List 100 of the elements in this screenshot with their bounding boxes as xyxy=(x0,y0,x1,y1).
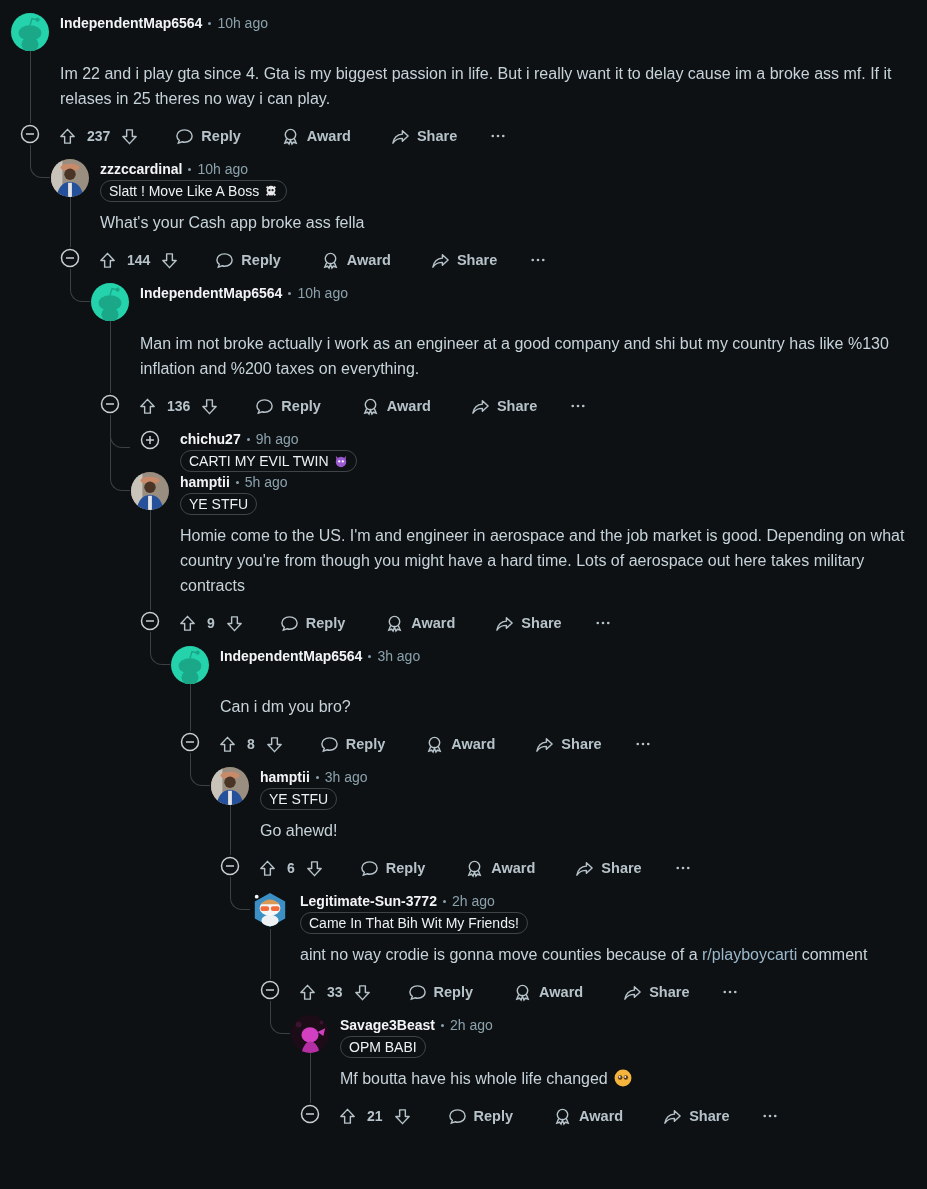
collapse-button[interactable] xyxy=(19,123,41,145)
award-button[interactable]: Award xyxy=(415,730,506,758)
timestamp: 2h ago xyxy=(451,893,495,909)
username[interactable]: IndependentMap6564 xyxy=(220,648,363,664)
timestamp: 10h ago xyxy=(197,161,249,177)
comment-text: aint no way crodie is gonna move counties because of a r/playboycarti comment xyxy=(300,945,868,965)
collapse-button[interactable] xyxy=(219,855,241,877)
collapse-button[interactable] xyxy=(179,731,201,753)
timestamp: 3h ago xyxy=(377,648,421,664)
bullet-icon xyxy=(208,21,212,25)
vote-count: 33 xyxy=(327,984,343,1000)
vote-count: 21 xyxy=(367,1108,383,1124)
more-icon xyxy=(595,621,610,625)
vote-count: 6 xyxy=(287,860,295,876)
award-button[interactable]: Award xyxy=(455,854,546,882)
bullet-icon xyxy=(368,654,372,658)
comment-icon xyxy=(279,613,299,633)
award-button[interactable]: Award xyxy=(375,609,466,637)
upvote-icon xyxy=(98,250,117,270)
flair-text: Came In That Bih Wit My Friends! xyxy=(309,914,519,932)
downvote-icon xyxy=(264,734,284,754)
share-button[interactable]: Share xyxy=(613,978,700,1006)
subreddit-link[interactable]: r/playboycarti xyxy=(702,946,798,963)
downvote-icon xyxy=(120,126,140,146)
share-button[interactable]: Share xyxy=(525,730,612,758)
downvote-icon xyxy=(352,982,372,1002)
upvote-icon xyxy=(258,858,277,878)
timestamp: 2h ago xyxy=(449,1017,493,1033)
upvote-icon xyxy=(298,982,317,1002)
comment-icon xyxy=(359,858,379,878)
more-icon xyxy=(763,1114,778,1118)
username[interactable]: Legitimate-Sun-3772 xyxy=(300,893,437,909)
flair-text: OPM BABI xyxy=(349,1038,417,1056)
collapse-button[interactable] xyxy=(259,979,281,1001)
flair-text: YE STFU xyxy=(269,790,329,808)
flair-text: CARTI MY EVIL TWIN xyxy=(189,452,329,470)
bullet-icon xyxy=(315,775,319,779)
comment-text: What's your Cash app broke ass fella xyxy=(100,213,365,233)
username[interactable]: hamptii xyxy=(260,769,310,785)
reply-button[interactable]: Reply xyxy=(309,730,396,758)
comment-text: Man im not broke actually i work as an engineer at a good company and shi but my country has like %130 inflation and %200 taxes on everything. xyxy=(140,334,890,379)
share-button[interactable]: Share xyxy=(420,246,508,274)
upvote-icon xyxy=(138,396,157,416)
award-button[interactable]: Award xyxy=(543,1102,634,1130)
reply-button[interactable]: Reply xyxy=(349,854,436,882)
comment-icon xyxy=(215,250,235,270)
collapse-button[interactable] xyxy=(299,1103,321,1125)
more-icon xyxy=(675,866,690,870)
upvote-icon xyxy=(338,1106,357,1126)
downvote-icon xyxy=(200,396,220,416)
username[interactable]: zzzccardinal xyxy=(100,161,183,177)
share-button[interactable]: Share xyxy=(565,854,652,882)
timestamp: 10h ago xyxy=(297,285,348,301)
expand-button[interactable] xyxy=(139,429,161,451)
collapse-button[interactable] xyxy=(59,247,81,269)
reply-button[interactable]: Reply xyxy=(437,1102,524,1130)
snoo-avatar-icon xyxy=(171,646,209,684)
comment-icon xyxy=(255,396,275,416)
timestamp: 10h ago xyxy=(217,15,268,31)
collapse-button[interactable] xyxy=(99,393,121,415)
reply-button[interactable]: Reply xyxy=(269,609,356,637)
username[interactable]: IndependentMap6564 xyxy=(140,285,283,301)
comment-text: Can i dm you bro? xyxy=(220,697,351,717)
snoo-avatar-icon xyxy=(11,13,49,51)
username[interactable]: Savage3Beast xyxy=(340,1017,435,1033)
devil-face-icon xyxy=(333,454,348,468)
upvote-icon xyxy=(178,613,197,633)
vote-count: 144 xyxy=(127,252,151,268)
comment-icon xyxy=(407,982,427,1002)
timestamp: 5h ago xyxy=(244,474,288,490)
award-button[interactable]: Award xyxy=(350,392,441,420)
snoo-avatar-icon xyxy=(91,283,129,321)
vote-count: 136 xyxy=(167,398,191,414)
pleading-face-icon xyxy=(614,1069,633,1087)
downvote-icon xyxy=(392,1106,412,1126)
reply-button[interactable]: Reply xyxy=(245,392,331,420)
username[interactable]: IndependentMap6564 xyxy=(60,15,203,31)
award-button[interactable]: Award xyxy=(270,122,361,150)
more-icon xyxy=(571,404,586,408)
upvote-icon xyxy=(218,734,237,754)
downvote-icon xyxy=(224,613,244,633)
vote-count: 8 xyxy=(247,736,255,752)
share-button[interactable]: Share xyxy=(653,1102,740,1130)
share-button[interactable]: Share xyxy=(460,392,548,420)
award-button[interactable]: Award xyxy=(310,246,401,274)
timestamp: 9h ago xyxy=(255,431,299,447)
collapse-button[interactable] xyxy=(139,610,161,632)
username[interactable]: hamptii xyxy=(180,474,230,490)
comment-icon xyxy=(447,1106,467,1126)
reply-button[interactable]: Reply xyxy=(205,246,291,274)
upvote-icon xyxy=(58,126,77,146)
share-button[interactable]: Share xyxy=(380,122,468,150)
flair-text: YE STFU xyxy=(189,495,249,513)
reply-button[interactable]: Reply xyxy=(397,978,484,1006)
vote-count: 237 xyxy=(87,128,111,144)
username[interactable]: chichu27 xyxy=(180,431,241,447)
reply-button[interactable]: Reply xyxy=(165,122,251,150)
share-button[interactable]: Share xyxy=(485,609,572,637)
award-button[interactable]: Award xyxy=(503,978,594,1006)
bullet-icon xyxy=(442,899,446,903)
